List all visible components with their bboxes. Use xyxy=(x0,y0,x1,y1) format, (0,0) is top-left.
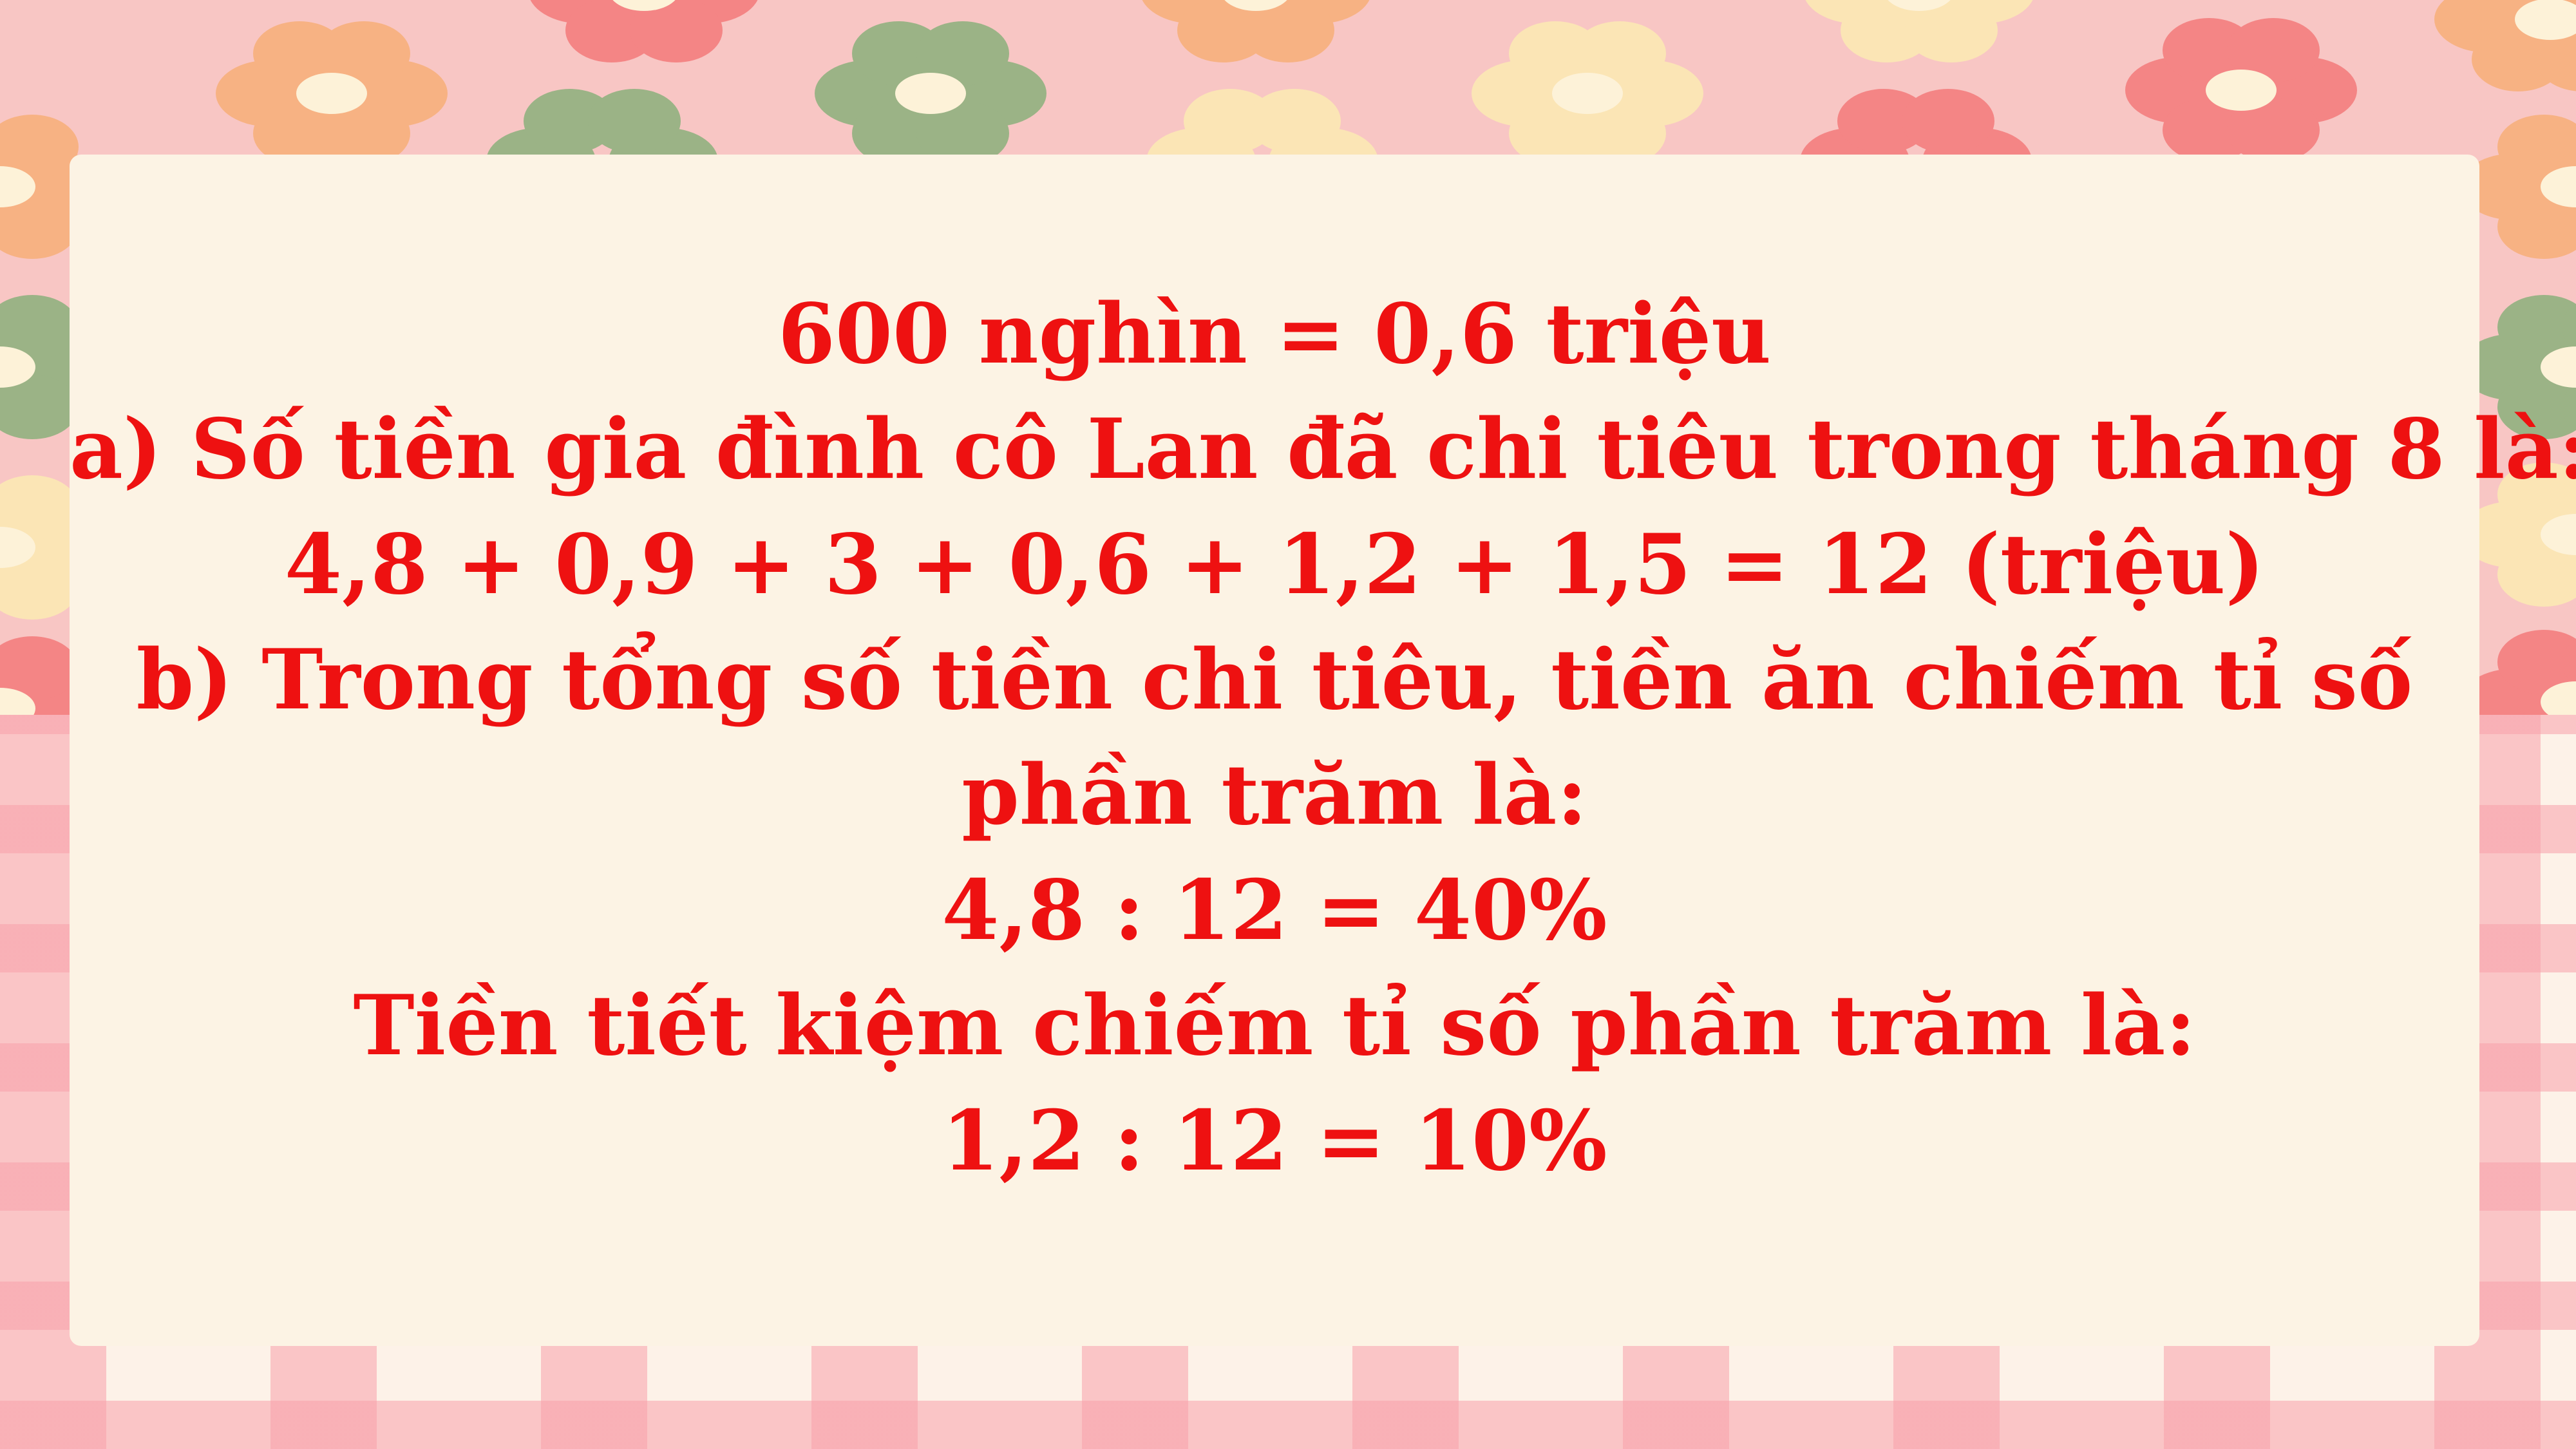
savings-question: Tiền tiết kiệm chiếm tỉ số phần trăm là: xyxy=(353,978,2196,1074)
savings-percentage-calculation: 1,2 : 12 = 10% xyxy=(942,1093,1607,1189)
flower-icon xyxy=(815,21,1046,166)
part-a-question: a) Số tiền gia đình cô Lan đã chi tiêu t… xyxy=(70,401,2576,498)
flower-icon xyxy=(1472,21,1703,166)
part-b-question-line-1: b) Trong tổng số tiền chi tiêu, tiền ăn … xyxy=(136,632,2413,728)
part-a-calculation: 4,8 + 0,9 + 3 + 0,6 + 1,2 + 1,5 = 12 (tr… xyxy=(284,516,2265,613)
part-b-question-line-2: phần trăm là: xyxy=(961,747,1587,844)
flower-icon xyxy=(2434,0,2576,91)
solution-text: 600 nghìn = 0,6 triệu a) Số tiền gia đìn… xyxy=(70,277,2576,1199)
flower-icon xyxy=(216,21,448,166)
content-card: 600 nghìn = 0,6 triệu a) Số tiền gia đìn… xyxy=(70,155,2576,1346)
food-percentage-calculation: 4,8 : 12 = 40% xyxy=(942,862,1607,959)
flower-icon xyxy=(1803,0,2035,62)
conversion-line: 600 nghìn = 0,6 triệu xyxy=(777,286,1772,383)
flower-icon xyxy=(1140,0,1372,62)
flower-icon xyxy=(528,0,760,62)
flower-icon xyxy=(2125,18,2357,162)
